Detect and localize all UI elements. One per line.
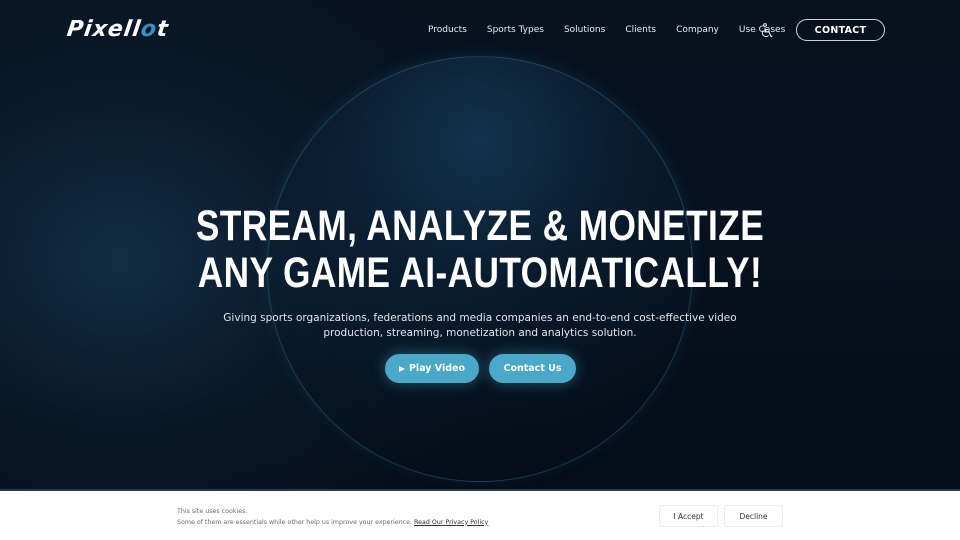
nav-item-company[interactable]: Company xyxy=(676,22,719,38)
headline-line-1: STREAM, ANALYZE & MONETIZE xyxy=(195,202,765,250)
cookie-text: This site uses cookies. Some of them are… xyxy=(177,507,488,528)
cookie-line-2-text: Some of them are essentials while other … xyxy=(177,518,413,526)
accessibility-icon[interactable] xyxy=(760,23,774,39)
accept-cookies-button[interactable]: I Accept xyxy=(659,505,718,527)
privacy-policy-link[interactable]: Read Our Privacy Policy xyxy=(414,519,488,526)
headline-line-2: ANY GAME AI-AUTOMATICALLY! xyxy=(197,249,763,297)
play-video-label: Play Video xyxy=(408,363,466,374)
nav-item-products[interactable]: Products xyxy=(428,22,467,38)
nav-item-sports-types[interactable]: Sports Types xyxy=(487,22,544,38)
main-nav: Products Sports Types Solutions Clients … xyxy=(428,22,805,38)
contact-us-button[interactable]: Contact Us xyxy=(489,354,576,383)
play-icon xyxy=(398,365,405,372)
hero-headline: STREAM, ANALYZE & MONETIZE ANY GAME AI-A… xyxy=(86,203,873,297)
cookie-consent-bar: This site uses cookies. Some of them are… xyxy=(0,489,960,540)
site-header: Pixellot Products Sports Types Solutions… xyxy=(0,0,960,60)
contact-us-label: Contact Us xyxy=(503,363,562,374)
logo-text: Pixell xyxy=(65,17,143,42)
nav-item-solutions[interactable]: Solutions xyxy=(564,22,605,38)
nav-item-clients[interactable]: Clients xyxy=(625,22,656,38)
logo-text-end: t xyxy=(155,17,171,42)
pixellot-logo[interactable]: Pixellot xyxy=(65,17,170,43)
hero-subtext: Giving sports organizations, federations… xyxy=(223,312,737,339)
decline-cookies-button[interactable]: Decline xyxy=(724,505,783,527)
cookie-line-2: Some of them are essentials while other … xyxy=(177,518,488,529)
cookie-line-1: This site uses cookies. xyxy=(177,508,248,515)
play-video-button[interactable]: Play Video xyxy=(385,354,479,383)
header-contact-button[interactable]: CONTACT xyxy=(796,19,885,41)
